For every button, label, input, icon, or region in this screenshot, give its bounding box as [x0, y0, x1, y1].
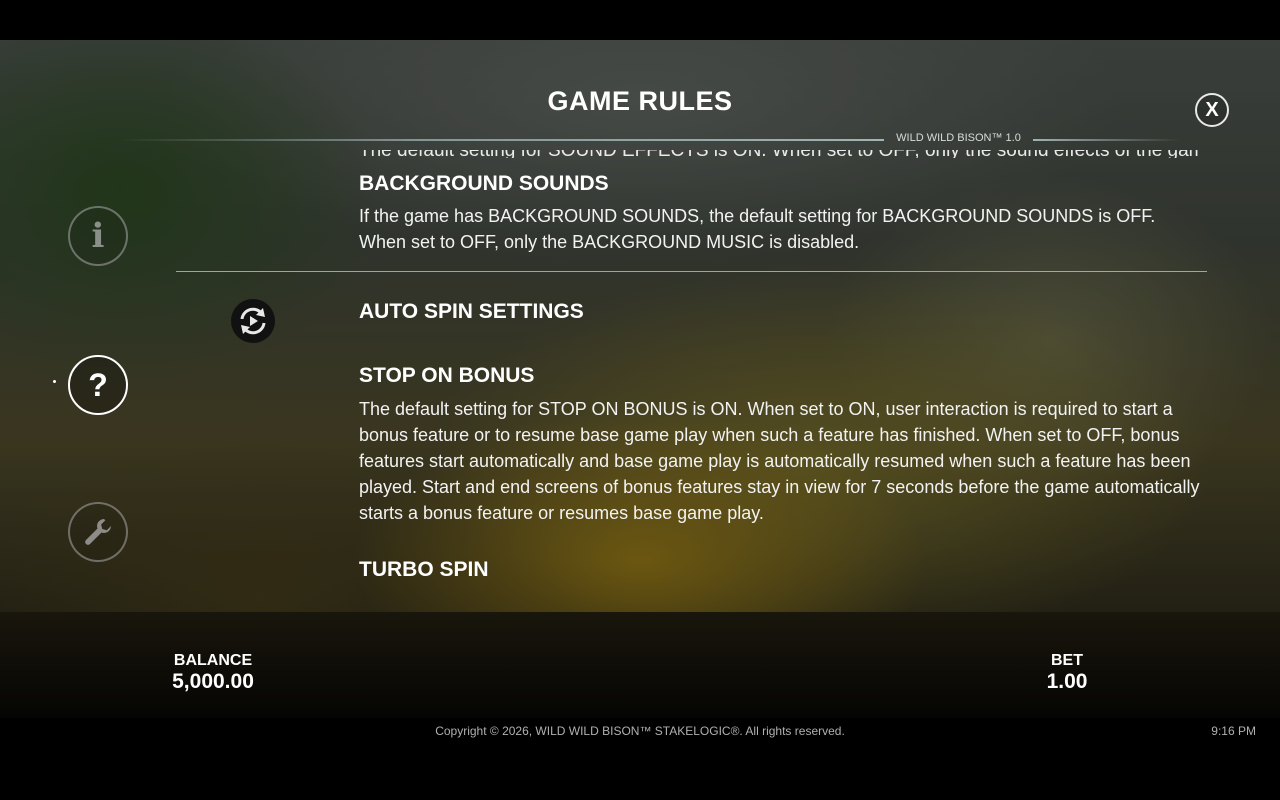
- close-button[interactable]: X: [1195, 93, 1229, 127]
- copyright-text: Copyright © 2026, WILD WILD BISON™ STAKE…: [435, 724, 845, 738]
- background-sounds-text: If the game has BACKGROUND SOUNDS, the d…: [359, 206, 1156, 252]
- game-version: WILD WILD BISON™ 1.0: [896, 132, 1021, 144]
- bet-value: 1.00: [1046, 670, 1088, 693]
- bet-label: BET: [1051, 652, 1083, 669]
- auto-spin-icon: [231, 299, 275, 343]
- rules-content[interactable]: The default setting for SOUND EFFECTS is…: [0, 150, 1280, 580]
- section-divider: [176, 271, 1207, 272]
- turbo-spin-heading: TURBO SPIN: [359, 558, 489, 580]
- balance-value: 5,000.00: [172, 670, 254, 693]
- close-icon: X: [1205, 98, 1219, 121]
- top-bar: [0, 0, 1280, 40]
- balance-label: BALANCE: [173, 652, 253, 669]
- title-divider-right: [1033, 139, 1180, 141]
- clock: 9:16 PM: [1211, 724, 1256, 738]
- stop-on-bonus-text: The default setting for STOP ON BONUS is…: [359, 399, 1200, 523]
- cut-off-rule-text: The default setting for SOUND EFFECTS is…: [359, 150, 1199, 158]
- balance-display: BALANCE 5,000.00: [153, 652, 273, 694]
- stop-on-bonus-heading: STOP ON BONUS: [359, 364, 535, 387]
- bet-display: BET 1.00: [1017, 652, 1117, 694]
- page-title: GAME RULES: [547, 86, 733, 116]
- title-divider-left: [116, 139, 884, 141]
- background-sounds-heading: BACKGROUND SOUNDS: [359, 172, 609, 195]
- auto-spin-settings-heading: AUTO SPIN SETTINGS: [359, 300, 584, 323]
